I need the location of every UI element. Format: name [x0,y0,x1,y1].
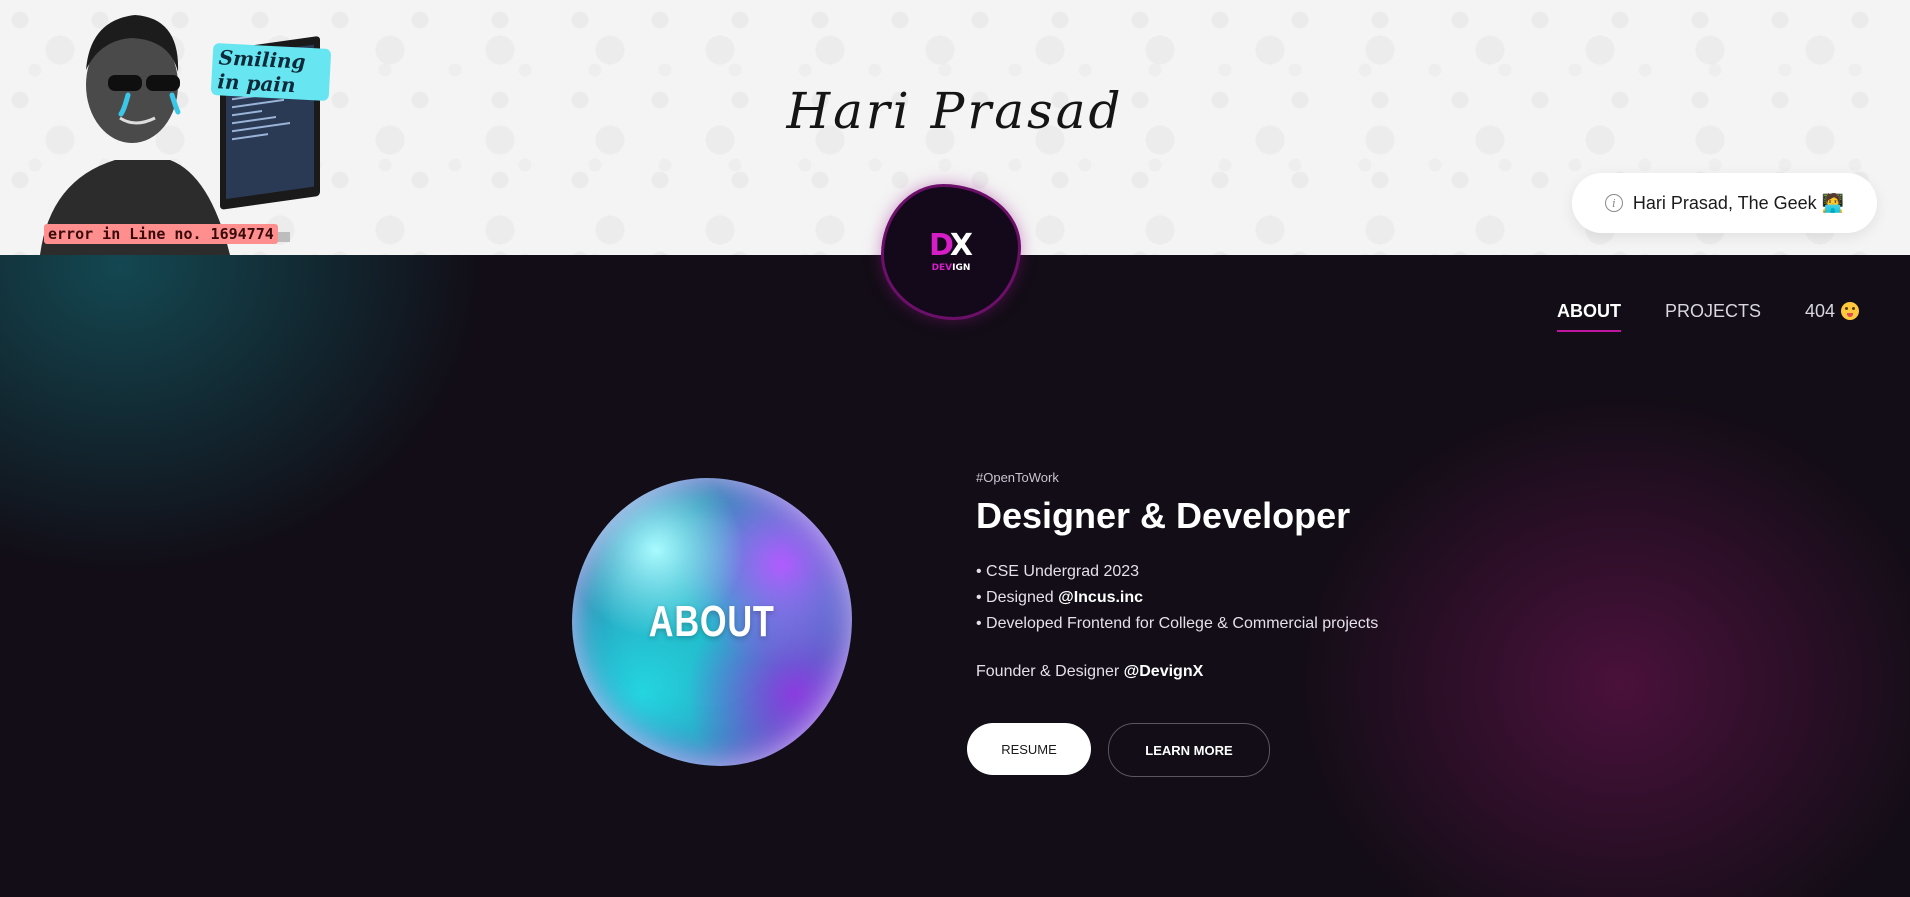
bullet-designed-text: • Designed [976,589,1059,606]
main-nav: ABOUT PROJECTS 404 [1557,301,1860,332]
about-headline: Designer & Developer [976,495,1351,536]
silly-face-icon [1841,302,1860,320]
nav-item-404-label: 404 [1805,301,1836,321]
logo-mark: D X [929,231,973,261]
info-icon: i [1604,194,1623,212]
founder-text: Founder & Designer [976,663,1124,680]
incus-link[interactable]: @Incus.inc [1058,589,1143,606]
devignx-link[interactable]: @DevignX [1124,663,1204,680]
about-section [0,255,1910,897]
nav-item-projects[interactable]: PROJECTS [1665,301,1761,332]
resume-button[interactable]: RESUME [967,723,1091,775]
bullet-education: • CSE Undergrad 2023 [976,563,1140,580]
site-title: Hari Prasad [786,82,1124,140]
nav-item-404[interactable]: 404 [1805,301,1860,332]
logo-letter-x: X [949,228,974,263]
learn-more-button[interactable]: LEARN MORE [1108,723,1270,777]
about-content: #OpenToWork Designer & Developer • CSE U… [976,470,1378,681]
open-to-work-tag: #OpenToWork [976,470,1059,485]
logo-wordmark-ign: IGN [952,263,971,273]
error-label: error in Line no. 1694774 [44,224,278,244]
info-pill-text: Hari Prasad, The Geek 🧑‍💻 [1632,192,1845,213]
bullet-frontend: • Developed Frontend for College & Comme… [976,615,1379,632]
logo-wordmark-dev: DEV [931,263,953,273]
nav-item-about[interactable]: ABOUT [1557,301,1621,332]
devign-logo[interactable]: D X DEVIGN [884,187,1018,317]
blob-label: ABOUT [649,597,775,646]
bullet-designed: • Designed @Incus.inc [976,585,1378,611]
about-bullets: • CSE Undergrad 2023 • Designed @Incus.i… [976,559,1378,637]
founder-line: Founder & Designer @DevignX [976,663,1378,681]
about-blob: ABOUT [572,478,852,766]
info-pill[interactable]: i Hari Prasad, The Geek 🧑‍💻 [1572,173,1877,233]
logo-wordmark: DEVIGN [932,263,971,273]
